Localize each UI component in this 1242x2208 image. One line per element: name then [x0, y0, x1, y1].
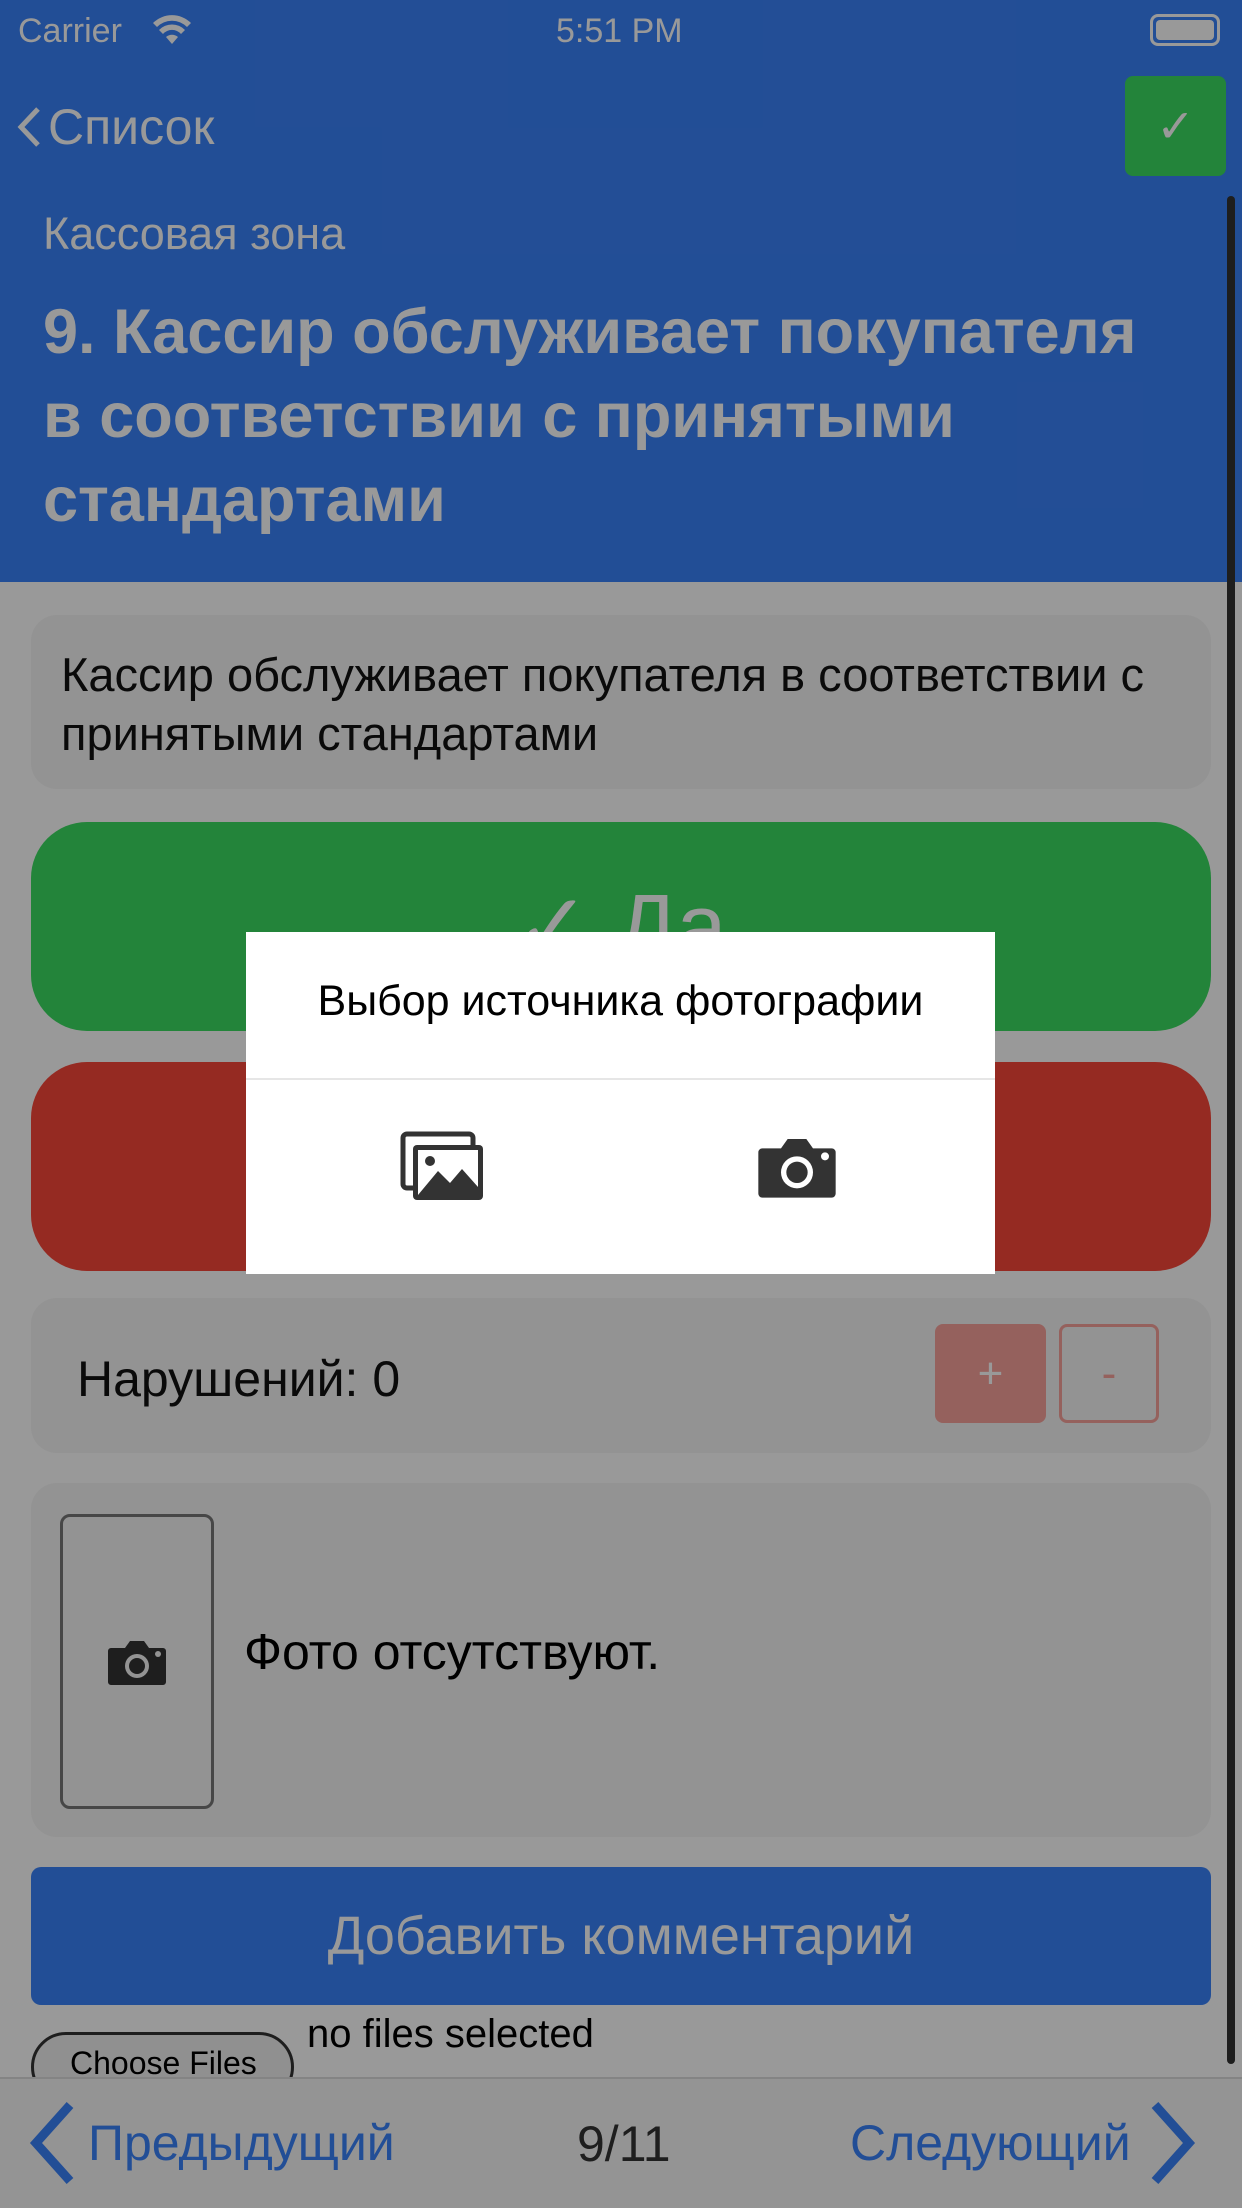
photo-library-icon	[400, 1131, 483, 1200]
camera-icon	[758, 1139, 836, 1198]
dialog-title: Выбор источника фотографии	[317, 977, 924, 1025]
photo-source-dialog: Выбор источника фотографии	[246, 932, 995, 1274]
camera-option[interactable]	[737, 1112, 857, 1222]
gallery-option[interactable]	[383, 1112, 503, 1222]
divider	[246, 1078, 995, 1080]
